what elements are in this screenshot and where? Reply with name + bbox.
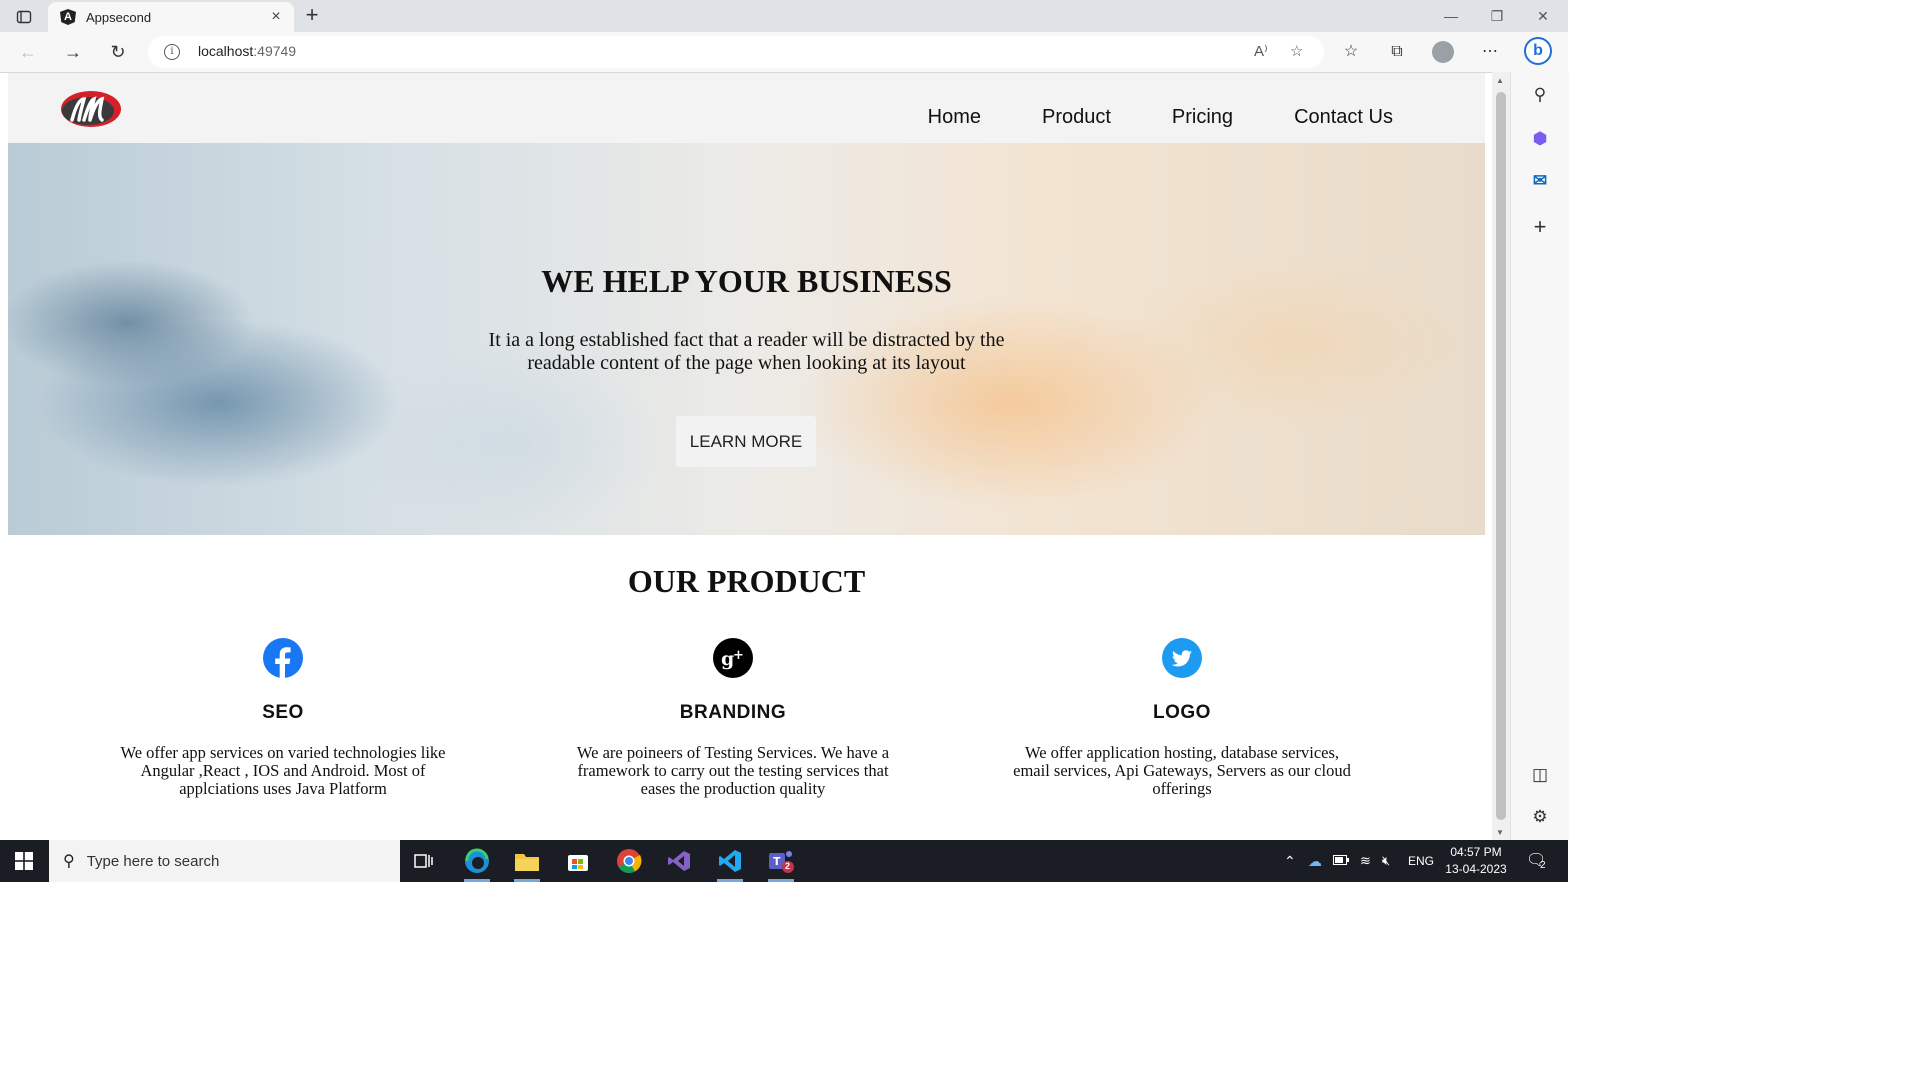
copilot-icon[interactable]: ⬢ [1525,124,1555,154]
wifi-icon[interactable]: ≋ [1360,840,1371,882]
browser-tab-strip: A Appsecond × + — ❐ ✕ [0,0,1568,32]
show-hidden-icons-icon[interactable]: ⌃ [1284,840,1296,882]
product-title: SEO [262,702,304,723]
site-header: Home Product Pricing Contact Us [8,73,1485,143]
scroll-down-icon[interactable]: ▼ [1496,828,1504,837]
google-plus-icon[interactable]: g + [713,638,753,678]
clock-date: 13-04-2023 [1445,862,1507,876]
read-aloud-icon[interactable]: A⁾ [1254,42,1268,60]
task-view-icon[interactable] [405,844,443,878]
minimize-icon[interactable]: — [1428,0,1474,32]
notification-count: 2 [1540,860,1546,871]
battery-icon[interactable] [1333,840,1349,882]
taskbar-search-placeholder: Type here to search [86,852,220,870]
windows-start-icon[interactable] [0,840,48,882]
back-icon[interactable]: ← [12,38,44,66]
browser-sidebar: ⚲ ⬢ ✉ + ◫ ⚙ [1510,72,1569,840]
tab-close-icon[interactable]: × [266,8,286,26]
windows-taskbar: ⚲ Type here to search T 2 ⌃ ☁ ≋ 🔇︎ ENG 0… [0,840,1568,882]
page-scrollbar[interactable]: ▲ ▼ [1492,72,1510,840]
main-nav: Home Product Pricing Contact Us [928,106,1393,129]
tab-actions-icon[interactable] [10,6,38,28]
hero-subtitle: It ia a long established fact that a rea… [488,329,1005,374]
sidebar-toggle-icon[interactable]: ◫ [1525,760,1555,790]
svg-text:T: T [773,855,781,868]
speaker-muted-icon[interactable]: 🔇︎ [1382,840,1390,882]
add-favorite-icon[interactable]: ☆ [1290,42,1303,60]
edge-browser-icon[interactable] [458,844,496,882]
visual-studio-icon[interactable] [660,844,698,878]
taskbar-search[interactable]: ⚲ Type here to search [49,840,400,882]
address-bar[interactable]: i localhost:49749 A⁾ ☆ [148,36,1324,68]
refresh-icon[interactable]: ↻ [102,38,134,66]
twitter-icon[interactable] [1162,638,1202,678]
product-description: We are poineers of Testing Services. We … [576,743,890,798]
clock-time: 04:57 PM [1450,845,1502,859]
scrollbar-thumb[interactable] [1496,92,1506,820]
collections-icon[interactable]: ⧉ [1385,40,1409,64]
add-sidebar-app-icon[interactable]: + [1525,212,1555,242]
favorites-icon[interactable]: ☆ [1339,40,1363,64]
page-viewport: Home Product Pricing Contact Us WE HELP … [8,73,1485,840]
input-language[interactable]: ENG [1408,840,1434,882]
hero-banner: WE HELP YOUR BUSINESS It ia a long estab… [8,143,1485,535]
nav-contact-us[interactable]: Contact Us [1294,106,1393,129]
product-description: We offer application hosting, database s… [1013,743,1351,798]
section-title-our-product: OUR PRODUCT [627,563,866,599]
bing-copilot-icon[interactable]: b [1524,37,1552,65]
microsoft-store-icon[interactable] [559,844,597,878]
nav-home[interactable]: Home [928,106,981,129]
nav-pricing[interactable]: Pricing [1172,106,1233,129]
file-explorer-icon[interactable] [508,844,546,882]
profile-avatar[interactable] [1432,41,1454,63]
taskbar-clock[interactable]: 04:57 PM 13-04-2023 [1440,844,1512,878]
search-icon: ⚲ [63,853,75,870]
product-title: LOGO [1153,702,1211,723]
browser-toolbar: ← → ↻ i localhost:49749 A⁾ ☆ ☆ ⧉ ⋯ [0,32,1568,73]
site-info-icon[interactable]: i [164,44,180,60]
product-title: BRANDING [679,702,787,723]
restore-icon[interactable]: ❐ [1474,0,1520,32]
window-close-icon[interactable]: ✕ [1520,0,1566,32]
svg-text:+: + [733,648,744,663]
more-menu-icon[interactable]: ⋯ [1478,40,1502,64]
vscode-icon[interactable] [711,844,749,882]
onedrive-icon[interactable]: ☁ [1308,840,1322,882]
browser-tab[interactable]: A Appsecond × [48,2,294,32]
learn-more-button[interactable]: LEARN MORE [676,416,816,467]
search-icon[interactable]: ⚲ [1525,80,1555,110]
teams-icon[interactable]: T 2 [762,844,800,882]
product-card-seo: SEO We offer app services on varied tech… [103,638,463,798]
url-text[interactable]: localhost:49749 [198,43,296,59]
tab-title: Appsecond [86,9,152,25]
hero-title: WE HELP YOUR BUSINESS [541,263,952,299]
product-description: We offer app services on varied technolo… [120,743,446,798]
outlook-icon[interactable]: ✉ [1525,166,1555,196]
settings-gear-icon[interactable]: ⚙ [1525,802,1555,832]
angular-favicon-icon: A [60,9,76,25]
new-tab-button[interactable]: + [300,4,324,28]
scroll-up-icon[interactable]: ▲ [1496,76,1504,85]
product-card-branding: g + BRANDING We are poineers of Testing S… [553,638,913,798]
product-card-logo: LOGO We offer application hosting, datab… [1002,638,1362,798]
forward-icon[interactable]: → [57,38,89,66]
chrome-icon[interactable] [610,844,648,878]
nav-product[interactable]: Product [1042,106,1111,129]
teams-badge: 2 [785,861,791,871]
facebook-icon[interactable] [263,638,303,678]
site-logo[interactable] [60,87,122,129]
